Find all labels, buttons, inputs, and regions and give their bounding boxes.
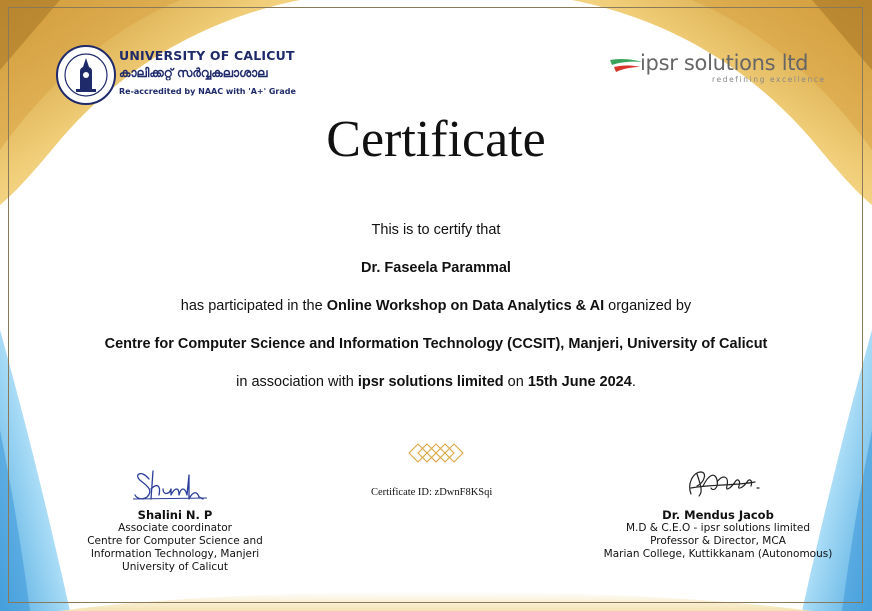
accreditation-text: Re-accredited by NAAC with 'A+' Grade — [119, 87, 296, 96]
ipsr-swoosh-icon — [610, 58, 642, 72]
organizer-name: Centre for Computer Science and Informat… — [104, 336, 768, 352]
right-signatory-title: Professor & Director, MCA — [650, 535, 786, 547]
workshop-name: Online Workshop on Data Analytics & AI — [326, 298, 605, 314]
association-line: in association with ipsr solutions limit… — [0, 374, 872, 390]
certificate-page: UNIVERSITY OF CALICUT കാലിക്കറ്റ് സർവ്വക… — [0, 0, 872, 611]
organizer-line: Centre for Computer Science and Informat… — [0, 336, 872, 352]
certify-intro: This is to certify that — [371, 222, 501, 238]
diamond-ornament-icon — [408, 443, 464, 463]
left-signature-image — [132, 470, 208, 500]
recipient-line: Dr. Faseela Parammal — [0, 260, 872, 276]
left-signatory-org-2: Information Technology, Manjeri — [90, 548, 260, 560]
right-signatory-name: Dr. Mendus Jacob — [662, 508, 774, 522]
partner-name: ipsr solutions limited — [357, 374, 504, 390]
ipsr-logo-name: ipsr solutions ltd — [640, 51, 809, 75]
ipsr-tagline: redefining excellence — [712, 75, 826, 84]
left-signatory-org-1: Centre for Computer Science and — [87, 535, 263, 547]
workshop-date: 15th June 2024 — [527, 374, 632, 390]
university-name-malayalam: കാലിക്കറ്റ് സർവ്വകലാശാല — [119, 66, 268, 80]
certificate-title: Certificate — [326, 111, 546, 168]
left-signatory-org-3: University of Calicut — [122, 561, 228, 573]
left-signatory-name: Shalini N. P — [137, 508, 213, 522]
right-signatory-role: M.D & C.E.O - ipsr solutions limited — [625, 522, 811, 534]
left-signatory: Shalini N. P Associate coordinator Centr… — [72, 509, 278, 574]
certificate-id: Certificate ID: zDwnF8KSqi — [371, 487, 493, 498]
left-signatory-role: Associate coordinator — [118, 522, 232, 534]
participation-prefix: has participated in the — [180, 298, 327, 314]
participation-line: has participated in the Online Workshop … — [0, 298, 872, 314]
university-name: UNIVERSITY OF CALICUT — [119, 48, 295, 63]
association-end: . — [631, 374, 636, 390]
university-seal-logo — [56, 45, 116, 105]
recipient-name: Dr. Faseela Parammal — [361, 260, 511, 276]
right-signatory: Dr. Mendus Jacob M.D & C.E.O - ipsr solu… — [590, 509, 846, 561]
right-signature-image — [689, 471, 760, 497]
right-signatory-org: Marian College, Kuttikkanam (Autonomous) — [603, 548, 833, 560]
association-prefix: in association with — [236, 374, 358, 390]
date-prefix: on — [503, 374, 528, 390]
participation-suffix: organized by — [604, 298, 692, 314]
